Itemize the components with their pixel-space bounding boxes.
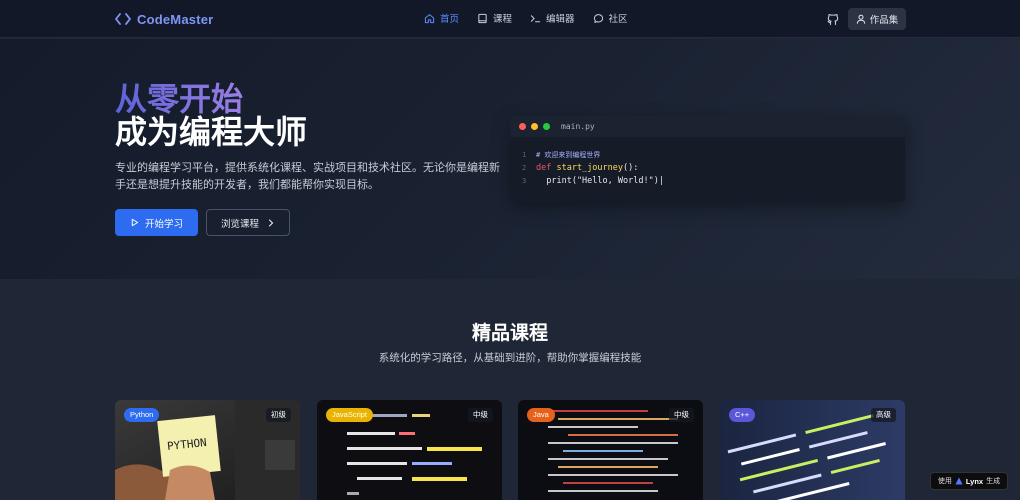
code-punctuation: (): bbox=[623, 163, 639, 173]
code-line: 3 print("Hello, World!")| bbox=[522, 175, 905, 188]
code-line: 1 # 欢迎来到编程世界 bbox=[522, 149, 905, 162]
close-dot-icon bbox=[519, 123, 526, 130]
badge-suffix: 生成 bbox=[986, 478, 1001, 485]
nav-link-home[interactable]: 首页 bbox=[424, 11, 459, 25]
start-learning-label: 开始学习 bbox=[144, 218, 183, 230]
course-level-badge: 中级 bbox=[468, 408, 493, 422]
user-icon bbox=[856, 14, 865, 24]
play-icon bbox=[131, 218, 139, 227]
chat-icon bbox=[593, 13, 603, 23]
line-number: 3 bbox=[522, 177, 527, 185]
browse-courses-label: 浏览课程 bbox=[220, 218, 259, 230]
lynx-logo-icon bbox=[955, 477, 963, 485]
nav-link-courses[interactable]: 课程 bbox=[477, 11, 512, 25]
course-level-badge: 高级 bbox=[871, 408, 896, 422]
course-card-java[interactable]: Java 中级 bbox=[518, 400, 703, 500]
hero-description: 专业的编程学习平台，提供系统化课程、实战项目和技术社区。无论你是编程新手还是想提… bbox=[115, 162, 500, 191]
code-line: 2 def start_journey (): bbox=[522, 162, 905, 175]
course-card-cpp[interactable]: C++ 高级 bbox=[720, 400, 905, 500]
course-card-python[interactable]: PYTHON Python 初级 bbox=[115, 400, 300, 500]
hero-section: 从零开始 成为编程大师 专业的编程学习平台，提供系统化课程、实战项目和技术社区。… bbox=[0, 39, 1020, 279]
code-brackets-icon bbox=[115, 13, 131, 25]
badge-prefix: 使用 bbox=[937, 478, 952, 485]
course-level-badge: 初级 bbox=[266, 408, 291, 422]
course-tag: Java bbox=[527, 408, 555, 422]
nav-link-community[interactable]: 社区 bbox=[593, 11, 628, 25]
home-icon bbox=[424, 13, 435, 23]
code-preview-window: main.py 1 # 欢迎来到编程世界 2 def start_journey… bbox=[510, 116, 905, 202]
nav-link-label: 编辑器 bbox=[546, 14, 575, 25]
code-filename: main.py bbox=[561, 122, 595, 131]
browse-courses-button[interactable]: 浏览课程 bbox=[206, 209, 290, 236]
terminal-icon bbox=[530, 14, 541, 22]
course-tag: Python bbox=[124, 408, 160, 422]
minimize-dot-icon bbox=[531, 123, 538, 130]
line-number: 2 bbox=[522, 164, 527, 172]
featured-title: 精品课程 bbox=[471, 323, 548, 344]
featured-subtitle: 系统化的学习路径，从基础到进阶，帮助你掌握编程技能 bbox=[378, 352, 642, 364]
line-number: 1 bbox=[522, 151, 527, 159]
code-keyword: def bbox=[536, 163, 552, 173]
brand-name: CodeMaster bbox=[137, 11, 214, 27]
code-window-titlebar: main.py bbox=[510, 116, 905, 137]
nav-links: 首页 课程 编辑器 社区 bbox=[424, 11, 628, 25]
course-card-javascript[interactable]: JavaScript 中级 bbox=[317, 400, 502, 500]
github-icon[interactable] bbox=[826, 12, 840, 26]
code-comment: # 欢迎来到编程世界 bbox=[536, 151, 601, 159]
lynx-generated-badge[interactable]: 使用 Lynx 生成 bbox=[930, 472, 1008, 490]
nav-link-label: 社区 bbox=[608, 14, 628, 25]
nav-link-label: 首页 bbox=[440, 14, 460, 25]
hero-title-line2: 成为编程大师 bbox=[115, 114, 308, 150]
badge-brand: Lynx bbox=[965, 476, 984, 486]
book-icon bbox=[478, 13, 487, 23]
portfolio-label: 作品集 bbox=[869, 15, 899, 26]
chevron-right-icon bbox=[268, 218, 274, 227]
code-statement: print("Hello, World!")| bbox=[536, 176, 664, 186]
course-tag: JavaScript bbox=[326, 408, 374, 422]
nav-link-label: 课程 bbox=[493, 14, 513, 25]
start-learning-button[interactable]: 开始学习 bbox=[115, 209, 198, 236]
code-body: 1 # 欢迎来到编程世界 2 def start_journey (): 3 pr… bbox=[510, 137, 905, 188]
top-navbar: CodeMaster 首页 课程 编辑器 社区 作品集 bbox=[0, 0, 1020, 38]
hero-title-line1: 从零开始 bbox=[115, 81, 244, 117]
course-tag: C++ bbox=[729, 408, 756, 422]
brand-logo[interactable]: CodeMaster bbox=[115, 10, 213, 28]
code-function-name: start_journey bbox=[556, 163, 624, 173]
portfolio-button[interactable]: 作品集 bbox=[848, 8, 906, 30]
course-level-badge: 中级 bbox=[669, 408, 694, 422]
nav-link-editor[interactable]: 编辑器 bbox=[530, 11, 575, 25]
maximize-dot-icon bbox=[543, 123, 550, 130]
